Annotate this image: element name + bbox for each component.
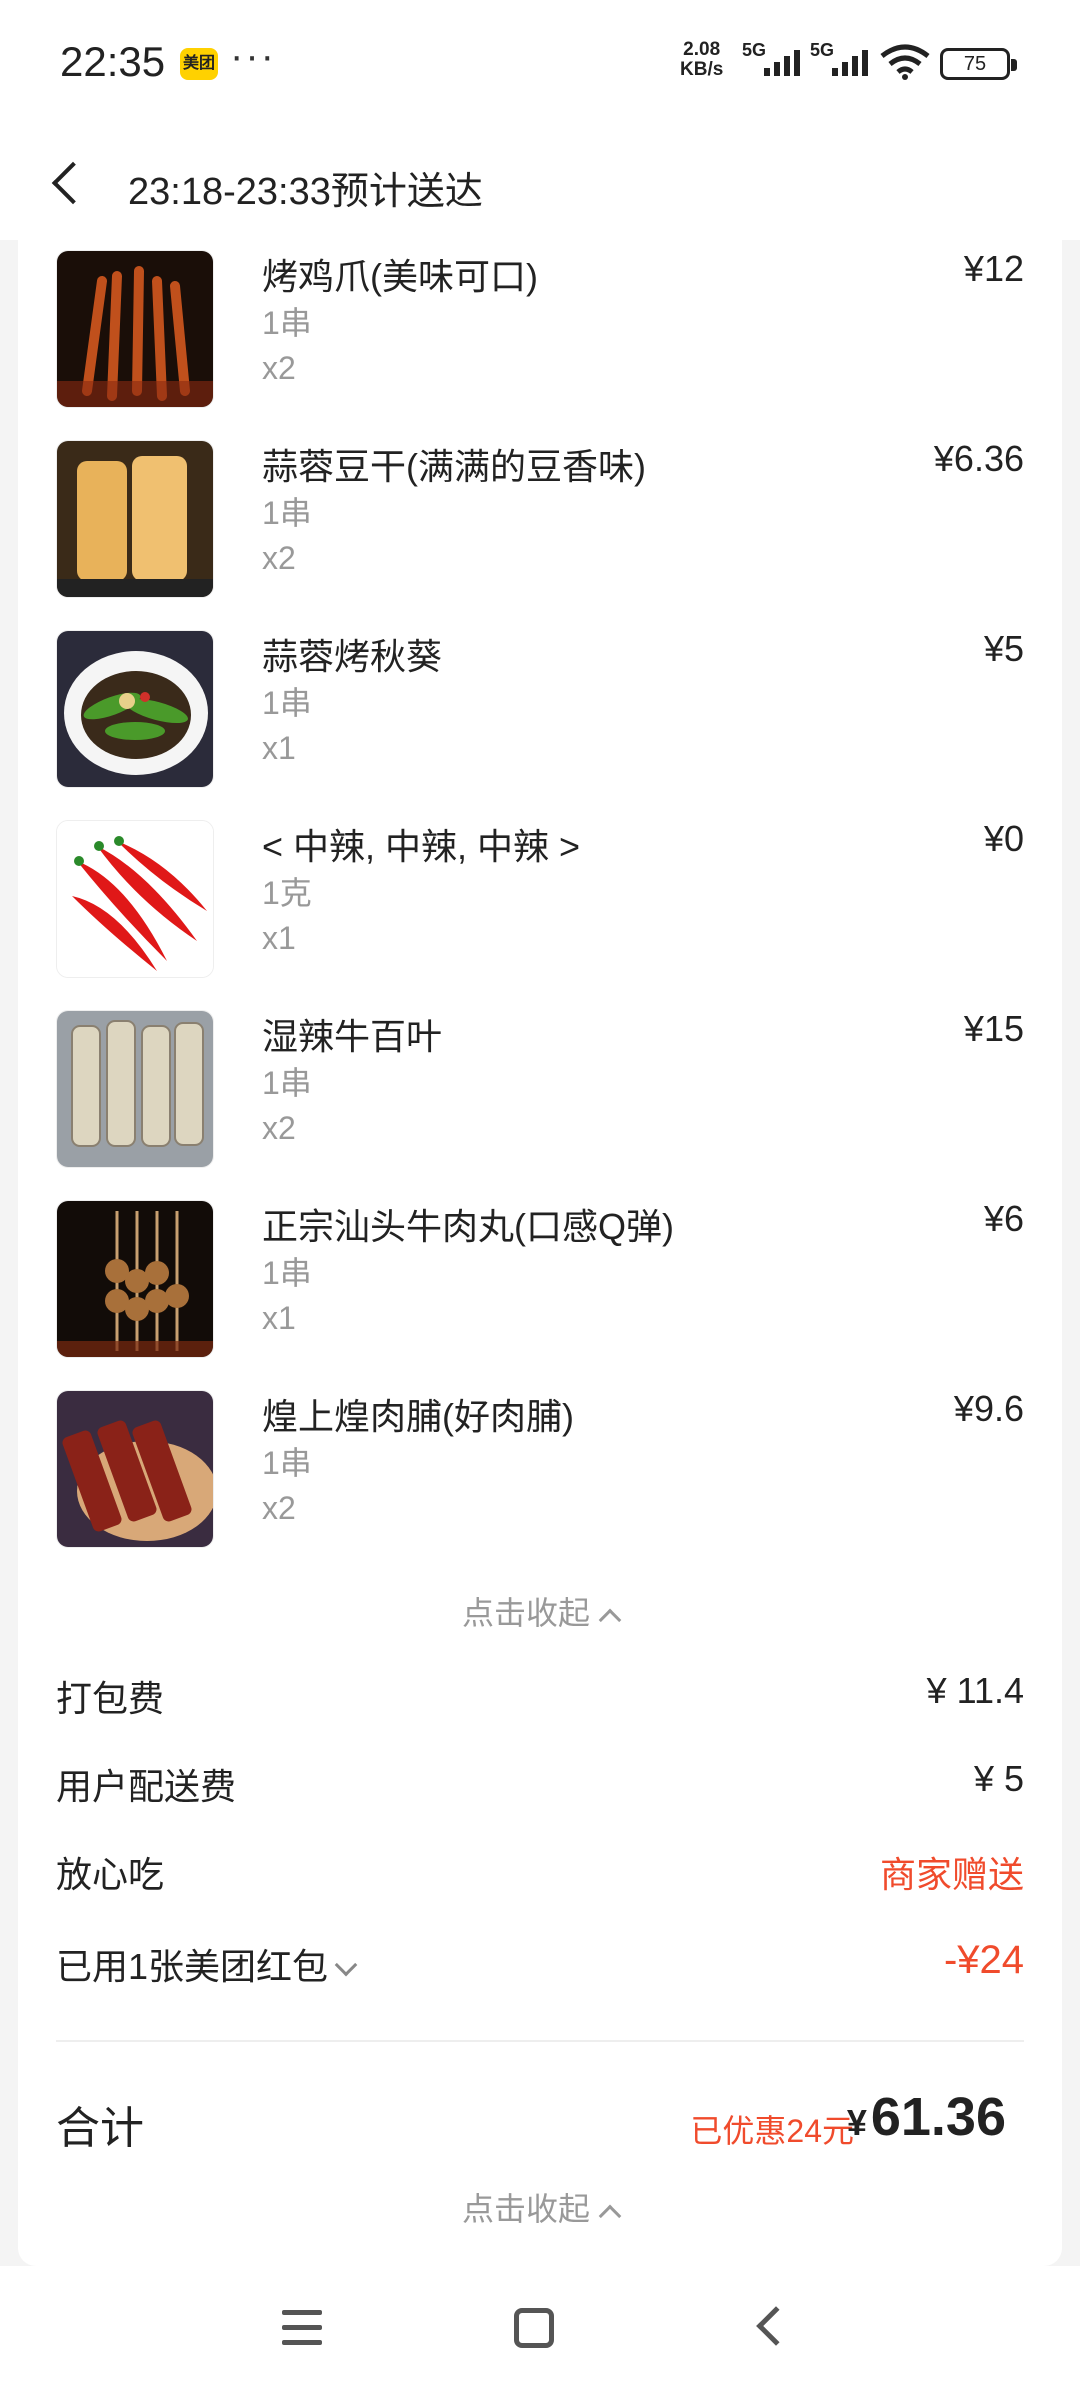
network-type-label: 5G [810, 40, 835, 60]
list-item[interactable]: 湿辣牛百叶 1串 x2 ¥15 [56, 1000, 1024, 1190]
item-photo-okra [56, 630, 214, 788]
system-nav-bar [0, 2266, 1080, 2400]
item-photo-tripe [56, 1010, 214, 1168]
item-spec: 1串 [262, 1255, 312, 1291]
item-name: 湿辣牛百叶 [262, 1016, 443, 1057]
item-quantity: x2 [262, 1490, 296, 1526]
network-speed-value: 2.08 [683, 39, 721, 60]
collapse-label: 点击收起 [461, 1595, 590, 1631]
item-price: ¥15 [963, 1008, 1024, 1049]
assurance-label: 放心吃 [56, 1854, 165, 1895]
list-item[interactable]: 正宗汕头牛肉丸(口感Q弹) 1串 x1 ¥6 [56, 1190, 1024, 1380]
item-price: ¥12 [963, 248, 1024, 289]
more-notifications-icon: ··· [230, 34, 276, 78]
recent-apps-icon[interactable] [282, 2310, 322, 2346]
signal-icon-sim1: 5G [742, 40, 812, 80]
collapse-summary-button[interactable]: 点击收起 [18, 2184, 1062, 2230]
list-item[interactable]: 烤鸡爪(美味可口) 1串 x2 ¥12 [56, 240, 1024, 430]
list-item[interactable]: 蒜蓉烤秋葵 1串 x1 ¥5 [56, 620, 1024, 810]
item-price: ¥5 [983, 628, 1024, 669]
collapse-label: 点击收起 [461, 2191, 590, 2227]
item-spec: 1克 [262, 875, 312, 911]
delivery-fee-value: ¥ 5 [973, 1758, 1024, 1799]
chevron-up-icon [598, 1608, 622, 1632]
packing-fee-row: 打包费 ¥ 11.4 [56, 1670, 1024, 1730]
delivery-eta-title: 23:18-23:33预计送达 [128, 171, 483, 213]
system-back-icon[interactable] [756, 2306, 796, 2346]
chevron-up-icon [598, 2204, 622, 2228]
red-packet-label-wrap[interactable]: 已用1张美团红包 [56, 1938, 358, 1990]
item-name: 正宗汕头牛肉丸(口感Q弹) [262, 1206, 674, 1247]
item-quantity: x1 [262, 730, 296, 766]
chevron-down-icon [334, 1953, 358, 1977]
item-photo-chili [56, 820, 214, 978]
total-saved: 已优惠24元 [690, 2113, 854, 2149]
divider [56, 2040, 1024, 2042]
signal-icon-sim2: 5G [810, 40, 880, 80]
item-spec: 1串 [262, 685, 312, 721]
battery-icon: 75 [940, 48, 1017, 80]
network-speed-unit: KB/s [680, 59, 724, 80]
red-packet-label: 已用1张美团红包 [56, 1946, 329, 1987]
network-speed: 2.08 KB/s [680, 40, 723, 80]
currency-symbol: ¥ [846, 2102, 867, 2143]
item-quantity: x2 [262, 350, 296, 386]
network-type-label: 5G [742, 40, 767, 60]
assurance-row: 放心吃 商家赠送 [56, 1846, 1024, 1906]
item-quantity: x2 [262, 1110, 296, 1146]
delivery-fee-label: 用户配送费 [56, 1766, 237, 1807]
list-item[interactable]: 煌上煌肉脯(好肉脯) 1串 x2 ¥9.6 [56, 1380, 1024, 1570]
delivery-fee-row: 用户配送费 ¥ 5 [56, 1758, 1024, 1818]
total-amount-value: 61.36 [870, 2087, 1006, 2147]
item-price: ¥9.6 [953, 1388, 1024, 1429]
item-spec: 1串 [262, 1065, 312, 1101]
item-photo-chicken-feet [56, 250, 214, 408]
item-photo-beef-balls [56, 1200, 214, 1358]
list-item[interactable]: 蒜蓉豆干(满满的豆香味) 1串 x2 ¥6.36 [56, 430, 1024, 620]
back-arrow-icon[interactable] [51, 161, 95, 205]
packing-fee-value: ¥ 11.4 [926, 1670, 1024, 1711]
item-name: 蒜蓉豆干(满满的豆香味) [262, 446, 646, 487]
item-price: ¥6.36 [933, 438, 1024, 479]
item-price: ¥0 [983, 818, 1024, 859]
item-spec: 1串 [262, 495, 312, 531]
item-quantity: x1 [262, 920, 296, 956]
red-packet-row[interactable]: 已用1张美团红包 -¥24 [56, 1938, 1024, 1998]
status-bar: 22:35 美团 ··· 2.08 KB/s 5G 5G 75 [0, 0, 1080, 130]
meituan-notification-icon: 美团 [180, 48, 218, 80]
item-photo-jerky [56, 1390, 214, 1548]
home-icon[interactable] [514, 2308, 554, 2348]
order-detail-card: 烤鸡爪(美味可口) 1串 x2 ¥12 蒜蓉豆干(满满的豆香味) 1串 x2 ¥… [18, 240, 1062, 2266]
item-name: < 中辣, 中辣, 中辣 > [262, 826, 581, 867]
item-name: 烤鸡爪(美味可口) [262, 256, 538, 297]
list-item[interactable]: < 中辣, 中辣, 中辣 > 1克 x1 ¥0 [56, 810, 1024, 1000]
red-packet-discount: -¥24 [943, 1938, 1024, 1982]
assurance-value: 商家赠送 [879, 1854, 1024, 1895]
clock: 22:35 [60, 38, 166, 85]
total-label: 合计 [56, 2104, 144, 2153]
page-header: 23:18-23:33预计送达 [0, 130, 1080, 240]
item-spec: 1串 [262, 1445, 312, 1481]
wifi-icon [880, 44, 930, 80]
packing-fee-label: 打包费 [56, 1678, 165, 1719]
item-photo-tofu [56, 440, 214, 598]
total-amount: ¥61.36 [847, 2086, 1006, 2148]
item-name: 蒜蓉烤秋葵 [262, 636, 443, 677]
collapse-items-button[interactable]: 点击收起 [18, 1588, 1062, 1634]
item-quantity: x2 [262, 540, 296, 576]
item-price: ¥6 [983, 1198, 1024, 1239]
item-name: 煌上煌肉脯(好肉脯) [262, 1396, 574, 1437]
item-spec: 1串 [262, 305, 312, 341]
item-quantity: x1 [262, 1300, 296, 1336]
